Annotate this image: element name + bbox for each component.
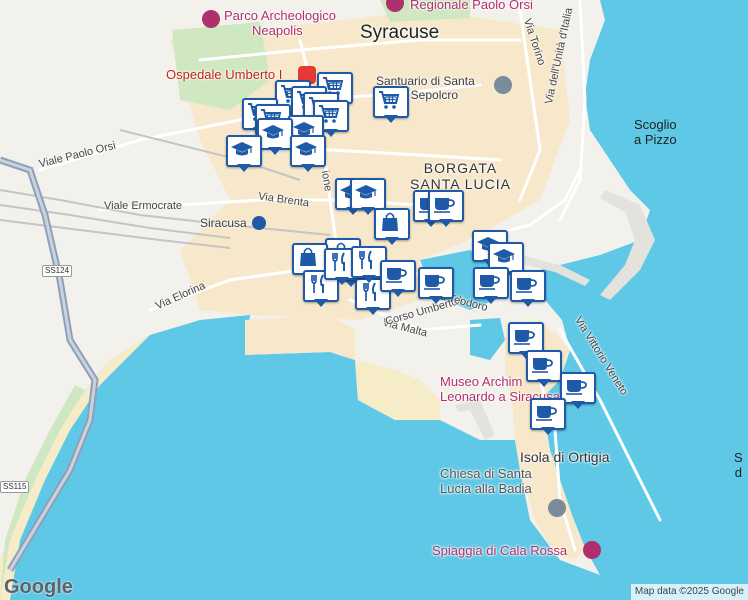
graduation-cap-icon (231, 142, 253, 156)
park-icon[interactable] (202, 10, 220, 28)
park-label-line2: Neapolis (252, 23, 303, 38)
coffee-cup-icon (566, 380, 587, 395)
coffee-cup-icon (434, 198, 455, 213)
graduation-cap-icon (355, 185, 377, 199)
coffee-cup-marker[interactable] (418, 267, 456, 305)
graduation-cap-icon (262, 125, 284, 139)
chiesa-label-line1: Chiesa di Santa (440, 466, 532, 481)
city-label: Syracuse (360, 22, 440, 43)
park-label-line1: Parco Archeologico (224, 8, 337, 23)
coffee-cup-icon (536, 406, 557, 421)
shopping-cart-marker[interactable] (373, 86, 411, 124)
district-label-line1: BORGATA (423, 160, 498, 176)
shopping-cart-icon (379, 91, 400, 109)
graduation-cap-marker[interactable] (290, 135, 328, 173)
church-icon[interactable] (494, 76, 512, 94)
coffee-cup-marker[interactable] (510, 270, 548, 308)
coffee-cup-marker[interactable] (526, 350, 564, 388)
coffee-cup-icon (514, 330, 535, 345)
chiesa-label-line2: Lucia alla Badia (440, 481, 532, 496)
sea-label: Scoglio a Pizzo (634, 117, 677, 147)
fork-knife-icon (359, 250, 372, 269)
coffee-cup-marker[interactable] (530, 398, 568, 436)
camera-icon[interactable] (583, 541, 601, 559)
coffee-cup-icon (532, 358, 553, 373)
coffee-cup-icon (386, 268, 407, 283)
sea-label-line1: Scoglio (634, 117, 677, 132)
beach-label: Spiaggia di Cala Rossa (432, 543, 568, 558)
graduation-cap-icon (493, 249, 515, 263)
highway-shield: SS124 (42, 265, 73, 277)
hospital-label: Ospedale Umberto I (166, 67, 283, 82)
shopping-bag-marker[interactable] (374, 208, 412, 246)
train-station-icon[interactable] (252, 216, 266, 230)
graduation-cap-icon (295, 142, 317, 156)
island-label: Isola di Ortigia (520, 449, 610, 465)
edge-label-d-text: d (734, 465, 742, 480)
edge-label-s-text: S (734, 450, 743, 465)
district-label: BORGATA SANTA LUCIA (410, 160, 511, 192)
coffee-cup-icon (516, 278, 537, 293)
coffee-cup-marker[interactable] (380, 260, 418, 298)
church-icon[interactable] (548, 499, 566, 517)
museum-label: Regionale Paolo Orsi (410, 0, 533, 12)
graduation-cap-marker[interactable] (226, 135, 264, 173)
road-label: Viale Ermocrate (104, 200, 183, 212)
coffee-cup-icon (479, 275, 500, 290)
coffee-cup-marker[interactable] (473, 267, 511, 305)
map-attribution[interactable]: Map data ©2025 Google (630, 584, 748, 600)
station-label: Siracusa (200, 216, 247, 230)
fork-knife-icon (332, 252, 345, 271)
chiesa-label: Chiesa di Santa Lucia alla Badia (440, 466, 532, 496)
highway-shield: SS115 (0, 481, 30, 493)
sea-label-line2: a Pizzo (634, 132, 677, 147)
map-canvas[interactable]: Syracuse Parco Archeologico Neapolis Reg… (0, 0, 748, 600)
shopping-bag-icon (382, 212, 398, 231)
coffee-cup-icon (424, 275, 445, 290)
edge-label-s: S d (734, 450, 743, 480)
google-logo: Google (4, 576, 73, 598)
shopping-bag-icon (300, 247, 316, 266)
park-label: Parco Archeologico Neapolis (224, 8, 336, 38)
coffee-cup-marker[interactable] (428, 190, 466, 228)
